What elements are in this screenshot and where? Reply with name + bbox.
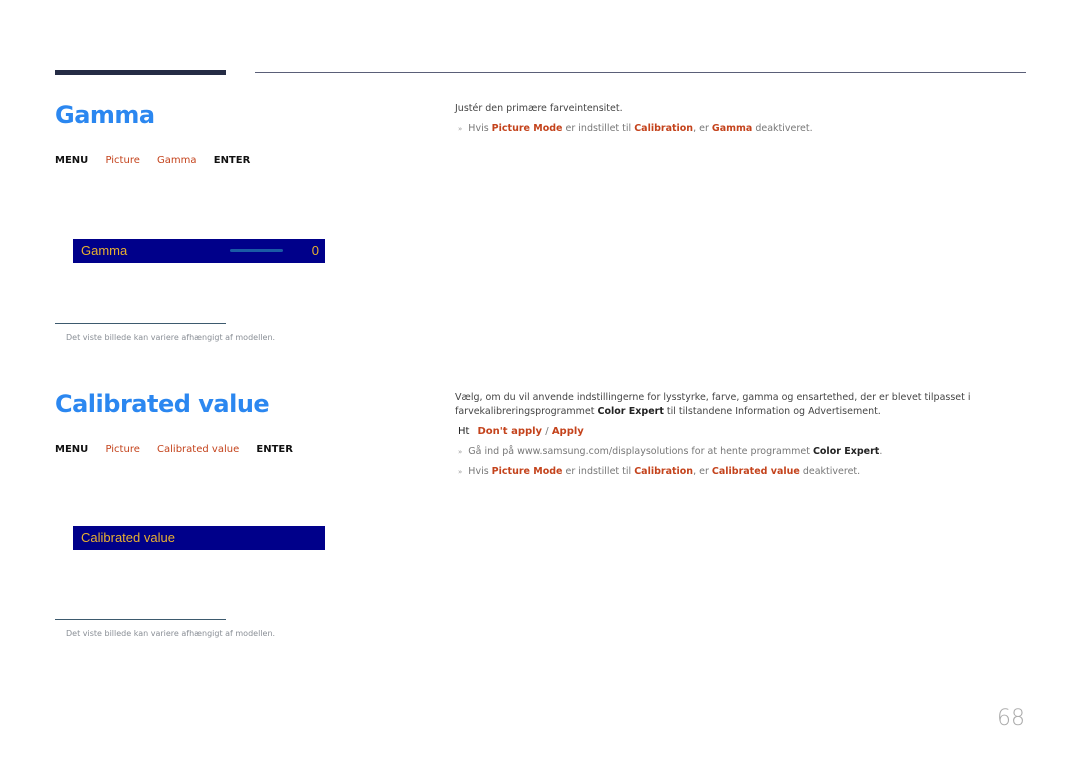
image-note: Det viste billede kan variere afhængigt … xyxy=(66,333,276,342)
menu-path-step: ENTER xyxy=(213,155,251,166)
header-bar-thick xyxy=(55,70,226,75)
calibrated-bullet: » Gå ind på www.samsung.com/displaysoluti… xyxy=(458,446,883,457)
menu-path-calibrated: MENU Picture Calibrated value ENTER xyxy=(55,444,307,455)
menu-path-step: MENU xyxy=(55,155,89,166)
option-dont-apply: Don't apply xyxy=(477,426,543,437)
menu-path-gamma: MENU Picture Gamma ENTER xyxy=(55,155,264,166)
gamma-bullet: » Hvis Picture Mode er indstillet til Cal… xyxy=(458,123,813,134)
menu-path-step: MENU xyxy=(55,444,89,455)
note-rule xyxy=(55,619,226,620)
image-note: Det viste billede kan variere afhængigt … xyxy=(66,629,276,638)
menu-path-step: ENTER xyxy=(256,444,293,455)
gamma-slider xyxy=(230,249,283,252)
calibrated-description-line2: farvekalibreringsprogrammet Color Expert… xyxy=(455,406,881,417)
gamma-description: Justér den primære farveintensitet. xyxy=(455,103,623,114)
menu-path-step: Calibrated value xyxy=(157,444,240,455)
menu-path-step: Gamma xyxy=(157,155,197,166)
header-rule xyxy=(255,72,1026,73)
osd-calibrated-value: Calibrated value xyxy=(73,526,325,550)
osd-gamma: Gamma 0 xyxy=(73,239,325,263)
menu-path-step: Picture xyxy=(105,155,140,166)
note-rule xyxy=(55,323,226,324)
calibrated-description-line1: Vælg, om du vil anvende indstillingerne … xyxy=(455,392,971,403)
calibrated-bullet: » Hvis Picture Mode er indstillet til Cal… xyxy=(458,466,861,477)
menu-path-step: Picture xyxy=(105,444,140,455)
osd-label: Calibrated value xyxy=(81,530,175,545)
osd-value: 0 xyxy=(311,243,319,258)
calibrated-options: Ht Don't apply / Apply xyxy=(458,426,584,437)
section-title-calibrated-value: Calibrated value xyxy=(55,390,270,418)
option-apply: Apply xyxy=(551,426,584,437)
osd-label: Gamma xyxy=(81,243,128,258)
section-title-gamma: Gamma xyxy=(55,101,155,129)
page-number: 68 xyxy=(997,706,1025,731)
